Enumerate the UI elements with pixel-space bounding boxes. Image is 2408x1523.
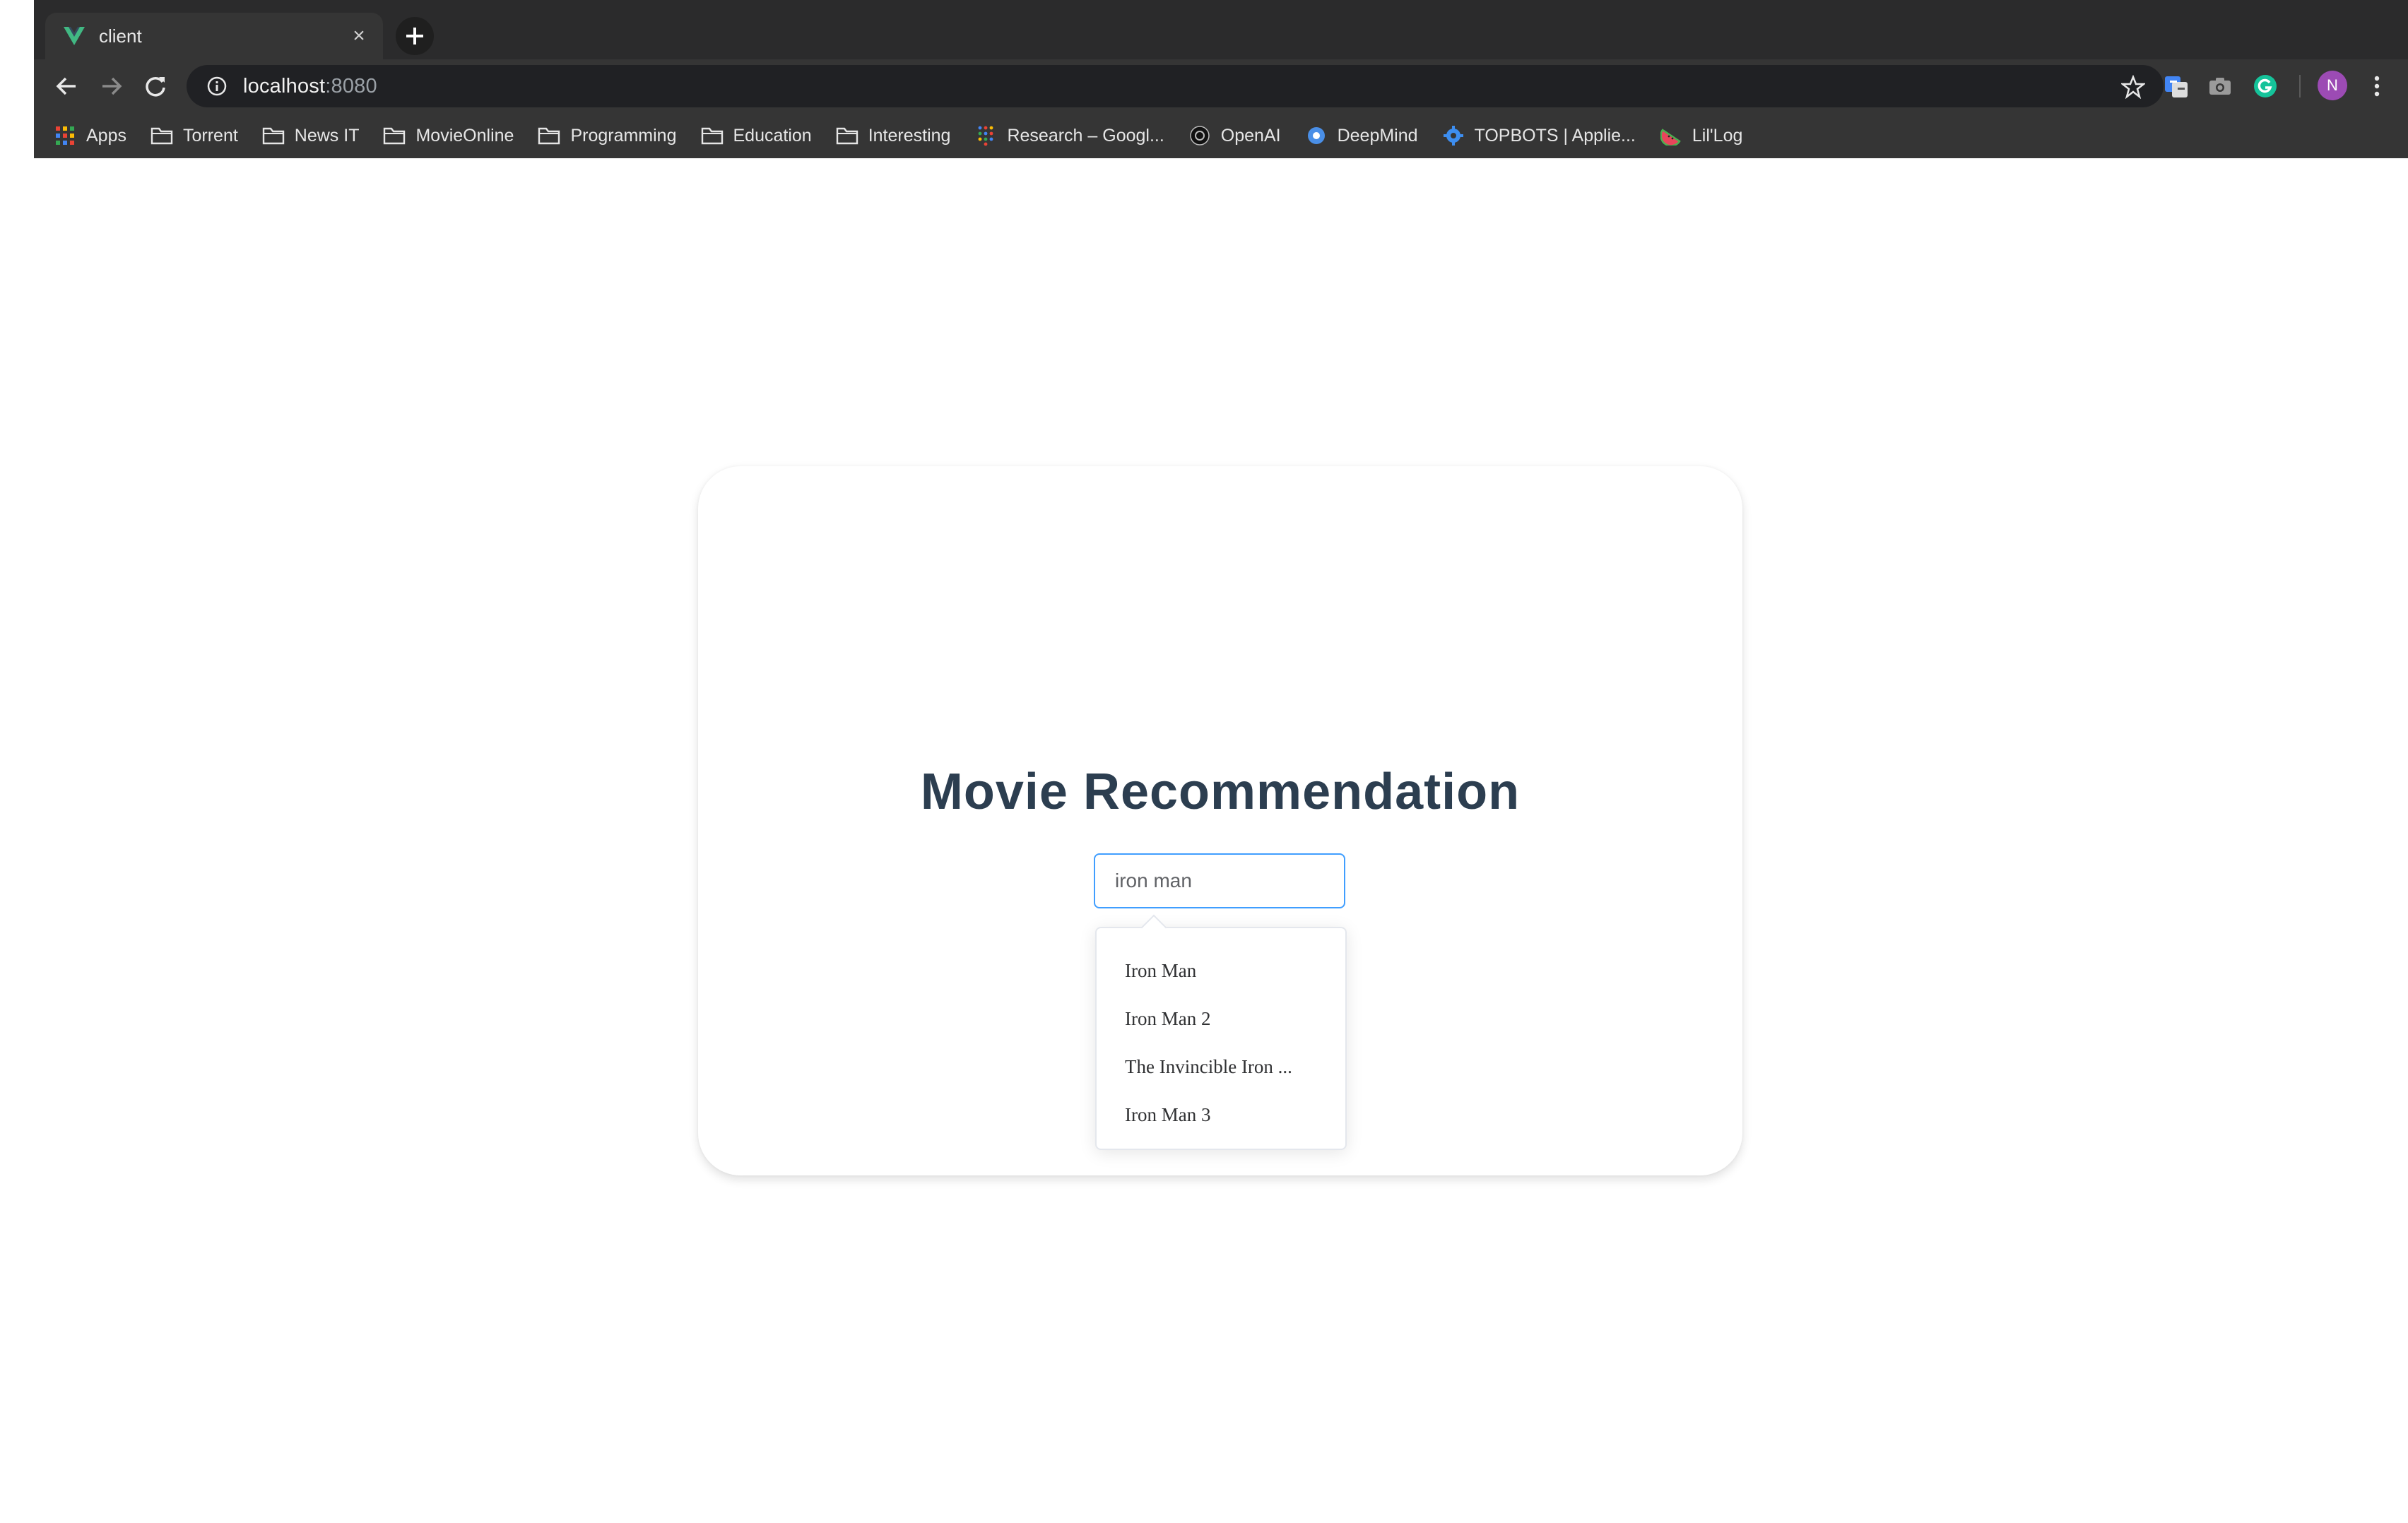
- forward-button[interactable]: [98, 72, 126, 100]
- apps-grid-icon: [54, 126, 76, 146]
- folder-icon: [836, 126, 858, 146]
- profile-avatar[interactable]: N: [2318, 71, 2347, 100]
- suggestion-item[interactable]: Iron Man 3: [1097, 1091, 1345, 1139]
- folder-icon: [262, 126, 285, 146]
- bookmark-folder-education[interactable]: Education: [701, 126, 812, 146]
- openai-icon: [1188, 126, 1211, 146]
- bookmark-label: DeepMind: [1337, 125, 1418, 146]
- bookmark-label: MovieOnline: [415, 125, 514, 146]
- screenshot-extension[interactable]: [2207, 73, 2233, 99]
- close-tab-icon[interactable]: ×: [345, 22, 373, 50]
- bookmark-openai[interactable]: OpenAI: [1188, 126, 1281, 146]
- bookmark-folder-torrent[interactable]: Torrent: [150, 126, 238, 146]
- bookmark-label: Lil'Log: [1692, 125, 1743, 146]
- back-button[interactable]: [52, 72, 81, 100]
- plus-icon: [406, 28, 423, 45]
- movie-search-input[interactable]: [1094, 853, 1345, 908]
- suggestion-item[interactable]: Iron Man: [1097, 947, 1345, 995]
- bookmark-apps[interactable]: Apps: [54, 126, 126, 146]
- bookmark-label: Education: [733, 125, 812, 146]
- kebab-menu-icon: [2374, 76, 2380, 97]
- reload-button[interactable]: [141, 72, 170, 100]
- google-translate-extension[interactable]: [2164, 73, 2189, 99]
- bookmark-research-google[interactable]: Research – Googl...: [974, 126, 1164, 146]
- bookmark-deepmind[interactable]: DeepMind: [1305, 126, 1418, 146]
- vue-logo-icon: [64, 27, 85, 45]
- bookmark-label: Interesting: [868, 125, 951, 146]
- address-bar[interactable]: localhost:8080: [187, 65, 2164, 107]
- bookmark-label: Programming: [570, 125, 677, 146]
- bookmark-topbots[interactable]: TOPBOTS | Applie...: [1442, 126, 1636, 146]
- grammarly-icon: [2254, 75, 2277, 97]
- watermelon-icon: [1660, 126, 1682, 146]
- bookmark-label: Research – Googl...: [1007, 125, 1164, 146]
- bookmark-label: Torrent: [182, 125, 238, 146]
- toolbar-separator: [2299, 75, 2301, 97]
- camera-icon: [2209, 78, 2231, 95]
- folder-icon: [701, 126, 724, 146]
- url-port: :8080: [325, 74, 377, 97]
- folder-icon: [383, 126, 406, 146]
- browser-menu-button[interactable]: [2364, 73, 2390, 99]
- translate-icon: [2165, 76, 2188, 97]
- info-icon[interactable]: [206, 76, 228, 97]
- autocomplete-dropdown: Iron Man Iron Man 2 The Invincible Iron …: [1095, 914, 1347, 1150]
- bookmarks-bar: Apps Torrent News IT MovieOnline Program…: [34, 113, 2408, 158]
- folder-icon: [538, 126, 560, 146]
- browser-tab-client[interactable]: client ×: [45, 13, 383, 59]
- tab-title: client: [99, 25, 142, 47]
- reload-icon: [146, 76, 165, 97]
- url-host: localhost: [243, 74, 326, 97]
- bookmark-label: TOPBOTS | Applie...: [1474, 125, 1636, 146]
- browser-toolbar: localhost:8080 N: [34, 59, 2408, 113]
- recommendation-card: Movie Recommendation Iron Man Iron Man 2…: [698, 466, 1742, 1175]
- url-text[interactable]: localhost:8080: [243, 75, 377, 98]
- new-tab-button[interactable]: [396, 17, 434, 55]
- bookmark-label: News IT: [294, 125, 360, 146]
- bookmark-label: OpenAI: [1220, 125, 1281, 146]
- google-research-icon: [974, 126, 997, 146]
- bookmark-folder-news-it[interactable]: News IT: [262, 125, 360, 146]
- gear-icon: [1442, 126, 1465, 146]
- page-title: Movie Recommendation: [920, 764, 1521, 820]
- browser-chrome: client × localhost:8080 N Apps Torrent N…: [34, 0, 2408, 158]
- deepmind-icon: [1305, 126, 1328, 146]
- folder-icon: [150, 126, 173, 146]
- suggestion-item[interactable]: Iron Man 2: [1097, 995, 1345, 1043]
- bookmark-folder-movieonline[interactable]: MovieOnline: [383, 126, 514, 146]
- bookmark-star-icon[interactable]: [2121, 75, 2145, 99]
- forward-arrow-icon: [102, 77, 122, 95]
- bookmark-folder-interesting[interactable]: Interesting: [836, 125, 951, 146]
- bookmark-folder-programming[interactable]: Programming: [538, 125, 677, 146]
- dropdown-arrow: [1140, 914, 1167, 941]
- bookmark-label: Apps: [86, 125, 126, 146]
- bookmark-lillog[interactable]: Lil'Log: [1660, 125, 1743, 146]
- tab-strip: client ×: [34, 0, 2408, 59]
- grammarly-extension[interactable]: [2253, 73, 2278, 99]
- back-arrow-icon: [56, 77, 76, 95]
- suggestion-item[interactable]: The Invincible Iron ...: [1097, 1043, 1345, 1091]
